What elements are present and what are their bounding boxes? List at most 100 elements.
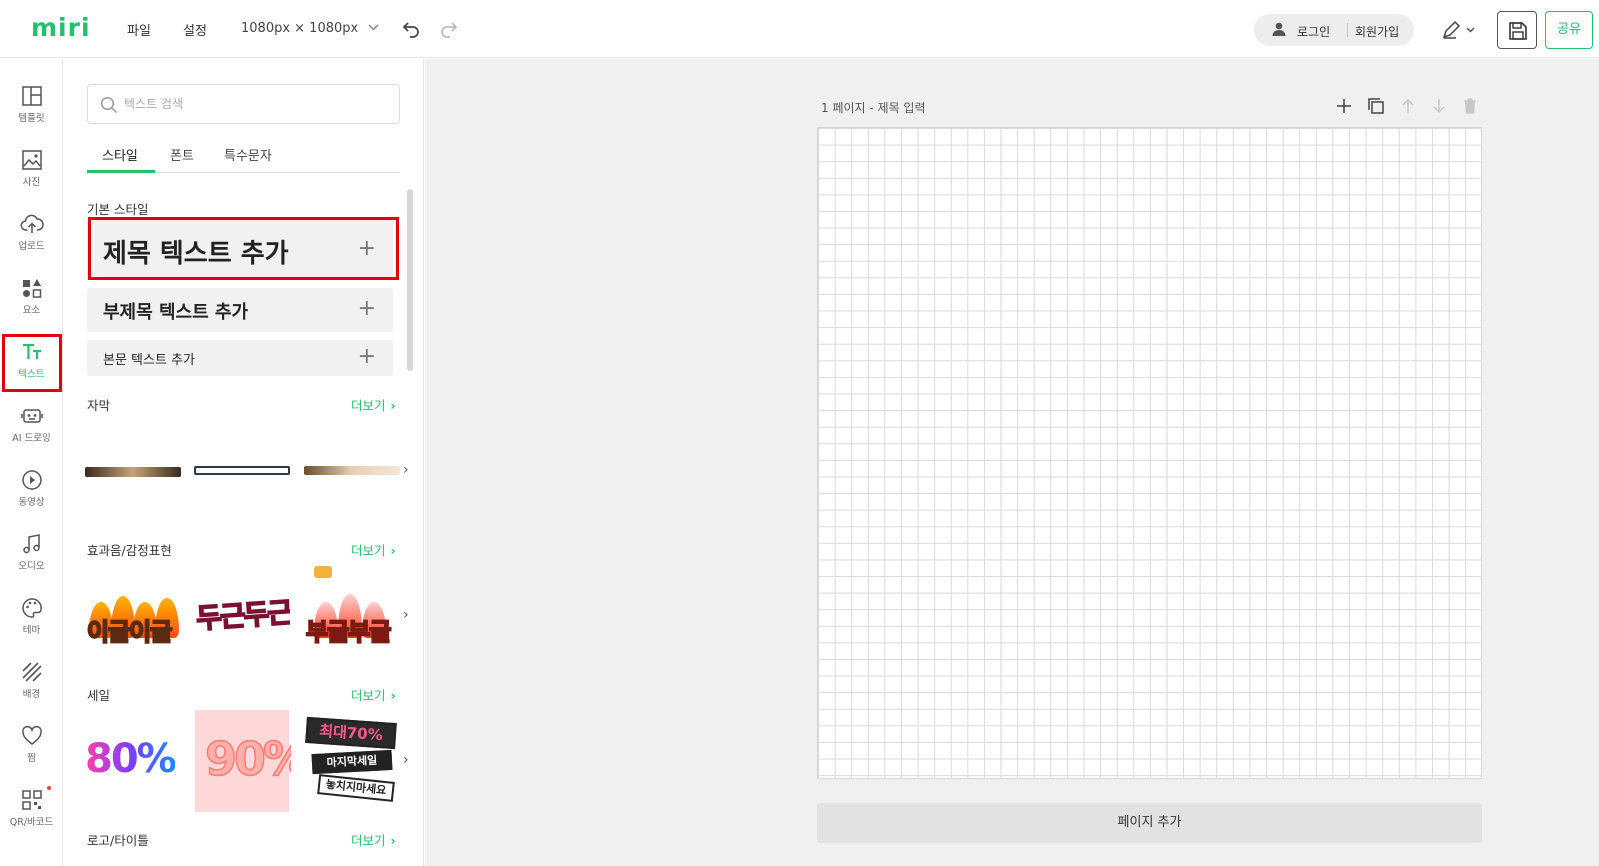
layout-icon (21, 86, 42, 106)
chevron-right-icon[interactable]: › (403, 607, 409, 623)
plus-icon: + (357, 344, 376, 369)
sale-thumb-80-percent[interactable]: 80% (85, 710, 181, 812)
rail-item-template[interactable]: 템플릿 (0, 85, 63, 145)
chevron-right-icon[interactable]: › (403, 462, 409, 478)
sale-thumb-90-percent[interactable]: 90% (195, 710, 291, 812)
section-title-sound-effects: 효과음/감정표현 (87, 543, 172, 558)
upload-cloud-icon (20, 214, 44, 233)
rail-label: QR/바코드 (9, 817, 54, 828)
sticker-text: 놓치지마세요 (317, 774, 395, 802)
background-pattern-icon (21, 662, 42, 682)
rail-label: 업로드 (18, 241, 45, 252)
rail-item-upload[interactable]: 업로드 (0, 213, 63, 273)
rail-item-elements[interactable]: 요소 (0, 277, 63, 337)
rail-item-video[interactable]: 동영상 (0, 469, 63, 529)
rail-item-ai-drawing[interactable]: AI 드로잉 (0, 405, 63, 465)
move-page-down-icon[interactable] (1430, 97, 1450, 117)
save-button[interactable] (1497, 11, 1537, 49)
login-link[interactable]: 로그인 (1297, 23, 1330, 40)
canvas-size-value: 1080px × 1080px (241, 21, 359, 36)
subtitle-thumb-graphic (194, 466, 290, 475)
chevron-down-icon (368, 20, 379, 35)
duplicate-page-icon[interactable] (1367, 97, 1387, 117)
sticker-text: 두근두근 (194, 595, 290, 636)
robot-icon (20, 409, 43, 423)
shapes-icon (22, 279, 41, 298)
add-page-plus-icon[interactable] (1335, 97, 1355, 117)
subtitle-thumb-graphic (304, 466, 400, 475)
share-button[interactable]: 공유 (1545, 11, 1593, 49)
palette-icon (21, 598, 42, 618)
rail-label: 템플릿 (18, 113, 45, 124)
rail-label: 요소 (22, 305, 41, 316)
menu-file[interactable]: 파일 (127, 20, 151, 39)
rail-label: 찜 (27, 753, 36, 764)
add-subheading-text-button[interactable]: 부제목 텍스트 추가 + (87, 288, 393, 332)
rail-item-background[interactable]: 배경 (0, 661, 63, 721)
top-bar: miri 파일 설정 1080px × 1080px 로그인 회원가입 공유 (0, 0, 1599, 58)
design-canvas[interactable] (817, 127, 1482, 779)
text-search-box[interactable] (87, 84, 400, 124)
more-label: 더보기 (351, 688, 386, 703)
subtitle-template-thumb[interactable] (194, 419, 290, 521)
sticker-thumb-blazing[interactable]: 이글이글 (85, 564, 181, 666)
more-link-logo-title[interactable]: 더보기 › (351, 830, 396, 849)
rail-item-photo[interactable]: 사진 (0, 149, 63, 209)
chevron-right-icon[interactable]: › (403, 752, 409, 768)
more-link-subtitles[interactable]: 더보기 › (351, 395, 396, 414)
move-page-up-icon[interactable] (1399, 97, 1419, 117)
rail-item-qr-barcode[interactable]: QR/바코드 (0, 789, 63, 849)
rail-label: 테마 (22, 625, 41, 636)
text-search-input[interactable] (124, 94, 384, 114)
search-icon (100, 96, 118, 114)
add-body-text-button[interactable]: 본문 텍스트 추가 + (87, 340, 393, 376)
subtitle-template-thumb[interactable] (304, 419, 400, 521)
save-icon (1509, 22, 1527, 40)
more-link-sound-effects[interactable]: 더보기 › (351, 540, 396, 559)
rail-label: 사진 (22, 177, 41, 188)
sticker-text: 80% (85, 736, 177, 782)
chevron-right-icon: › (390, 543, 396, 558)
pink-sale-graphic: 90% (195, 710, 291, 812)
more-link-sale[interactable]: 더보기 › (351, 685, 396, 704)
sticker-text: 90% (204, 731, 291, 787)
delete-page-icon[interactable] (1461, 97, 1481, 117)
divider (1347, 23, 1348, 37)
heading-button-highlight (88, 217, 399, 280)
add-page-button[interactable]: 페이지 추가 (817, 803, 1482, 843)
subtitle-template-thumb[interactable] (85, 419, 181, 521)
tab-font[interactable]: 폰트 (170, 145, 194, 164)
page-title[interactable]: 1 페이지 - 제목 입력 (821, 99, 926, 116)
tab-special-chars[interactable]: 특수문자 (224, 145, 272, 164)
miri-logo[interactable]: miri (31, 13, 91, 42)
account-pill: 로그인 회원가입 (1254, 14, 1414, 46)
sticker-thumb-heartbeat[interactable]: 두근두근 (194, 564, 290, 666)
signup-link[interactable]: 회원가입 (1355, 23, 1399, 40)
menu-settings[interactable]: 설정 (183, 20, 207, 39)
rail-item-audio[interactable]: 오디오 (0, 533, 63, 593)
active-tab-underline (87, 170, 155, 173)
plus-icon: + (357, 296, 376, 321)
new-badge-dot (47, 786, 51, 790)
user-icon (1271, 21, 1287, 40)
redo-icon[interactable] (439, 19, 459, 39)
rail-item-theme[interactable]: 테마 (0, 597, 63, 657)
sale-thumb-last-sale[interactable]: 최대70% 마지막세일 놓치지마세요 (304, 710, 400, 812)
sticker-text: 이글이글 (86, 617, 173, 647)
sticker-thumb-boiling[interactable]: 부글부글 (304, 564, 400, 666)
rail-item-favorites[interactable]: 찜 (0, 725, 63, 785)
chevron-right-icon: › (390, 398, 396, 413)
chevron-right-icon: › (390, 833, 396, 848)
qr-code-icon (21, 790, 42, 810)
subheading-button-label: 부제목 텍스트 추가 (103, 302, 249, 323)
fire-graphic: 이글이글 (85, 564, 181, 666)
undo-icon[interactable] (401, 19, 421, 39)
image-icon (21, 150, 42, 170)
tab-style[interactable]: 스타일 (102, 145, 138, 164)
subtitle-thumb-graphic (85, 467, 181, 477)
panel-scrollbar[interactable] (407, 189, 413, 371)
left-tool-rail: 템플릿 사진 업로드 요소 텍스트 AI 드로잉 동영상 오디오 테마 배경 찜 (0, 59, 63, 866)
pen-dropdown[interactable] (1441, 19, 1477, 41)
canvas-size-select[interactable]: 1080px × 1080px (241, 20, 379, 36)
sticker-text: 최대70% (305, 716, 397, 750)
